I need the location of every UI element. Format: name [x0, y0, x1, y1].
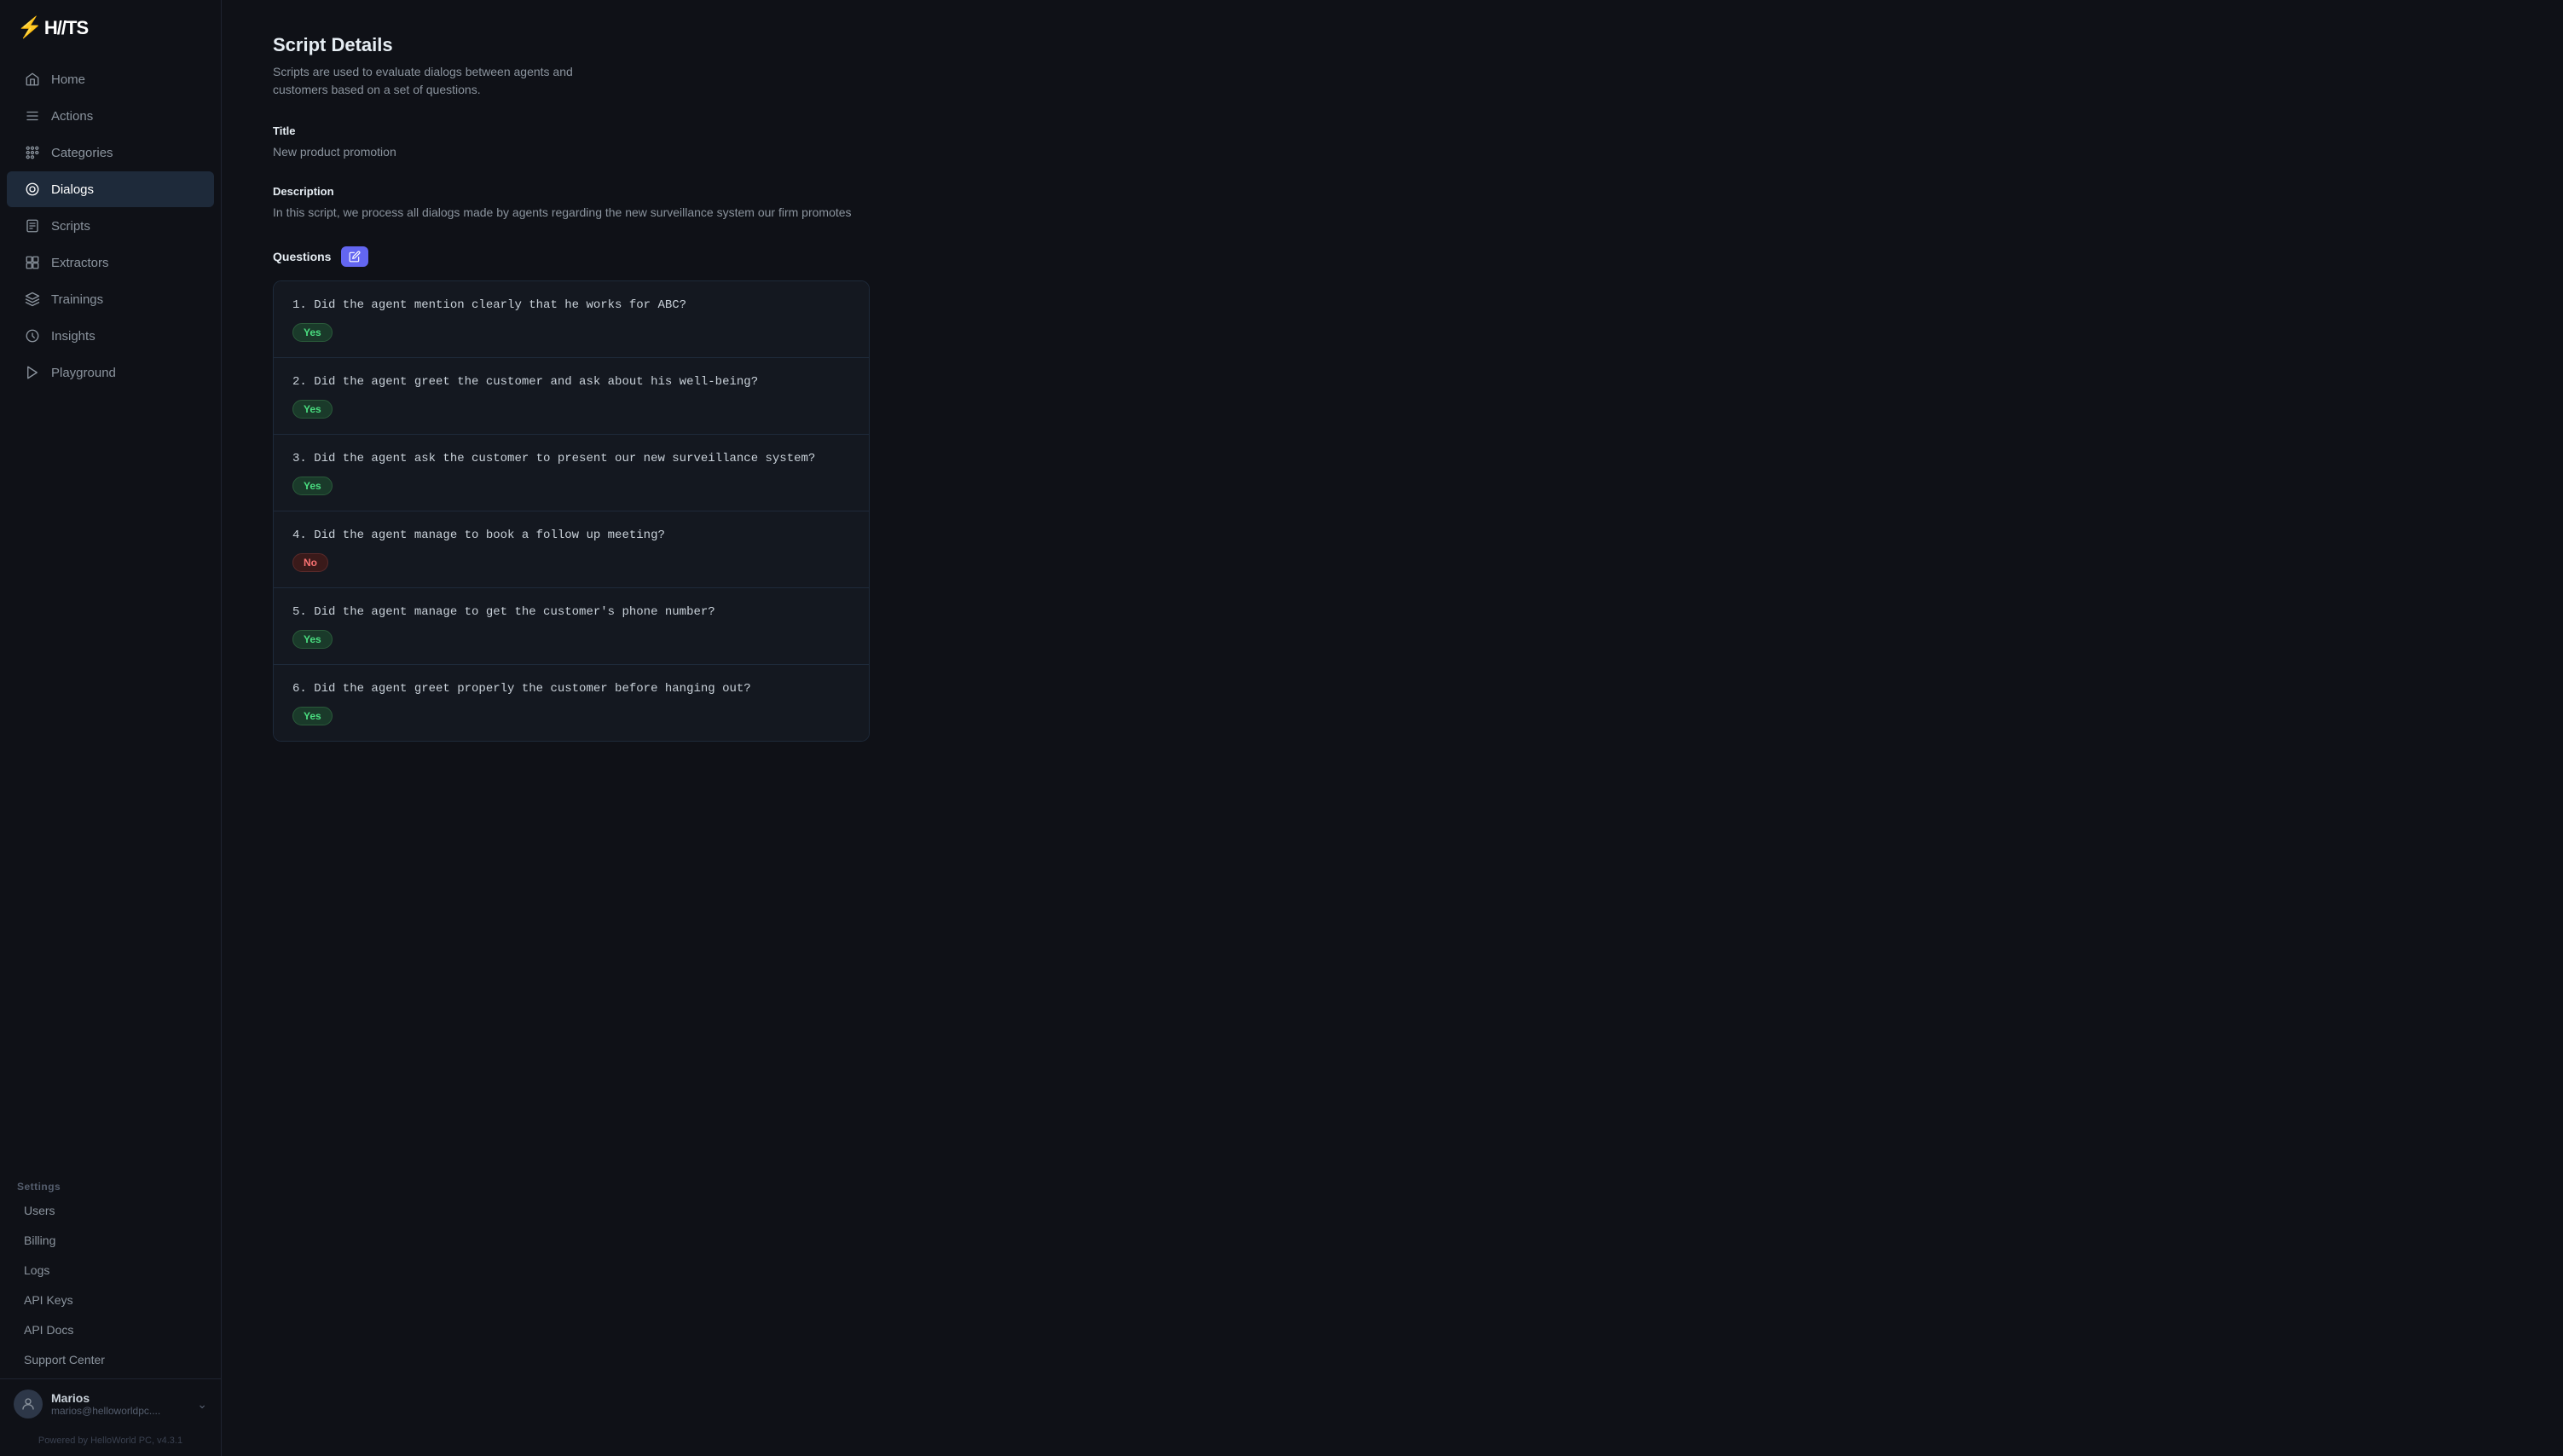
- avatar: [14, 1390, 43, 1418]
- question-text: 5. Did the agent manage to get the custo…: [292, 604, 850, 621]
- answer-badge: Yes: [292, 477, 333, 495]
- user-name: Marios: [51, 1391, 188, 1405]
- question-text: 6. Did the agent greet properly the cust…: [292, 680, 850, 698]
- settings-label: Settings: [17, 1181, 204, 1193]
- sidebar-item-dialogs-label: Dialogs: [51, 182, 94, 197]
- sidebar-item-playground[interactable]: Playground: [7, 355, 214, 390]
- sidebar-item-scripts-label: Scripts: [51, 219, 90, 234]
- question-item: 4. Did the agent manage to book a follow…: [274, 511, 869, 588]
- main-content: Script Details Scripts are used to evalu…: [222, 0, 2563, 1456]
- sidebar-item-api-keys[interactable]: API Keys: [17, 1286, 204, 1314]
- settings-section: Settings Users Billing Logs API Keys API…: [0, 1167, 221, 1378]
- question-text: 1. Did the agent mention clearly that he…: [292, 297, 850, 315]
- sidebar-item-api-docs[interactable]: API Docs: [17, 1315, 204, 1344]
- actions-icon: [24, 107, 41, 124]
- scripts-icon: [24, 217, 41, 234]
- edit-questions-button[interactable]: [341, 246, 368, 267]
- sidebar-item-playground-label: Playground: [51, 366, 116, 380]
- sidebar-item-extractors[interactable]: Extractors: [7, 245, 214, 280]
- nav-section: Home Actions Categories Dialogs: [0, 57, 221, 1167]
- title-label: Title: [273, 124, 2512, 137]
- sidebar-item-trainings[interactable]: Trainings: [7, 281, 214, 317]
- sidebar-item-logs-label: Logs: [24, 1263, 49, 1277]
- sidebar-item-logs[interactable]: Logs: [17, 1256, 204, 1285]
- title-section: Title New product promotion: [273, 124, 2512, 161]
- sidebar-item-support[interactable]: Support Center: [17, 1345, 204, 1374]
- sidebar-item-insights[interactable]: Insights: [7, 318, 214, 354]
- page-header: Script Details Scripts are used to evalu…: [273, 34, 2512, 99]
- answer-badge: Yes: [292, 630, 333, 649]
- logo-area: ⚡ H//TS: [0, 0, 221, 57]
- answer-badge: Yes: [292, 400, 333, 419]
- sidebar-item-billing-label: Billing: [24, 1234, 55, 1247]
- trainings-icon: [24, 291, 41, 308]
- questions-label: Questions: [273, 250, 331, 263]
- home-icon: [24, 71, 41, 88]
- logo-text: H//TS: [44, 17, 88, 39]
- sidebar-item-categories-label: Categories: [51, 146, 113, 160]
- sidebar-item-api-docs-label: API Docs: [24, 1323, 73, 1337]
- question-item: 6. Did the agent greet properly the cust…: [274, 665, 869, 741]
- sidebar-item-insights-label: Insights: [51, 329, 95, 344]
- sidebar-item-api-keys-label: API Keys: [24, 1293, 73, 1307]
- sidebar-item-users[interactable]: Users: [17, 1196, 204, 1225]
- sidebar-item-support-label: Support Center: [24, 1353, 105, 1366]
- chevron-down-icon: ⌄: [197, 1397, 207, 1412]
- page-subtitle: Scripts are used to evaluate dialogs bet…: [273, 63, 614, 99]
- question-item: 1. Did the agent mention clearly that he…: [274, 281, 869, 358]
- categories-icon: [24, 144, 41, 161]
- question-text: 2. Did the agent greet the customer and …: [292, 373, 850, 391]
- question-item: 2. Did the agent greet the customer and …: [274, 358, 869, 435]
- user-area[interactable]: Marios marios@helloworldpc.... ⌄: [0, 1378, 221, 1429]
- description-value: In this script, we process all dialogs m…: [273, 203, 2512, 222]
- logo-lightning-icon: ⚡: [17, 15, 43, 40]
- questions-header: Questions: [273, 246, 2512, 267]
- extractors-icon: [24, 254, 41, 271]
- sidebar-item-users-label: Users: [24, 1204, 55, 1217]
- powered-by: Powered by HelloWorld PC, v4.3.1: [0, 1429, 221, 1456]
- sidebar-item-actions-label: Actions: [51, 109, 93, 124]
- sidebar-item-categories[interactable]: Categories: [7, 135, 214, 170]
- answer-badge: No: [292, 553, 328, 572]
- user-email: marios@helloworldpc....: [51, 1405, 188, 1417]
- insights-icon: [24, 327, 41, 344]
- sidebar-item-actions[interactable]: Actions: [7, 98, 214, 134]
- sidebar-item-billing[interactable]: Billing: [17, 1226, 204, 1255]
- sidebar-item-scripts[interactable]: Scripts: [7, 208, 214, 244]
- sidebar: ⚡ H//TS Home Actions Categories: [0, 0, 222, 1456]
- question-item: 3. Did the agent ask the customer to pre…: [274, 435, 869, 511]
- sidebar-item-home[interactable]: Home: [7, 61, 214, 97]
- dialogs-icon: [24, 181, 41, 198]
- answer-badge: Yes: [292, 323, 333, 342]
- sidebar-item-home-label: Home: [51, 72, 85, 87]
- sidebar-item-dialogs[interactable]: Dialogs: [7, 171, 214, 207]
- question-text: 3. Did the agent ask the customer to pre…: [292, 450, 850, 468]
- page-title: Script Details: [273, 34, 2512, 56]
- user-info: Marios marios@helloworldpc....: [51, 1391, 188, 1417]
- question-text: 4. Did the agent manage to book a follow…: [292, 527, 850, 545]
- question-item: 5. Did the agent manage to get the custo…: [274, 588, 869, 665]
- questions-list: 1. Did the agent mention clearly that he…: [273, 280, 870, 742]
- playground-icon: [24, 364, 41, 381]
- sidebar-item-trainings-label: Trainings: [51, 292, 103, 307]
- description-label: Description: [273, 185, 2512, 198]
- description-section: Description In this script, we process a…: [273, 185, 2512, 222]
- sidebar-item-extractors-label: Extractors: [51, 256, 109, 270]
- title-value: New product promotion: [273, 142, 2512, 161]
- answer-badge: Yes: [292, 707, 333, 725]
